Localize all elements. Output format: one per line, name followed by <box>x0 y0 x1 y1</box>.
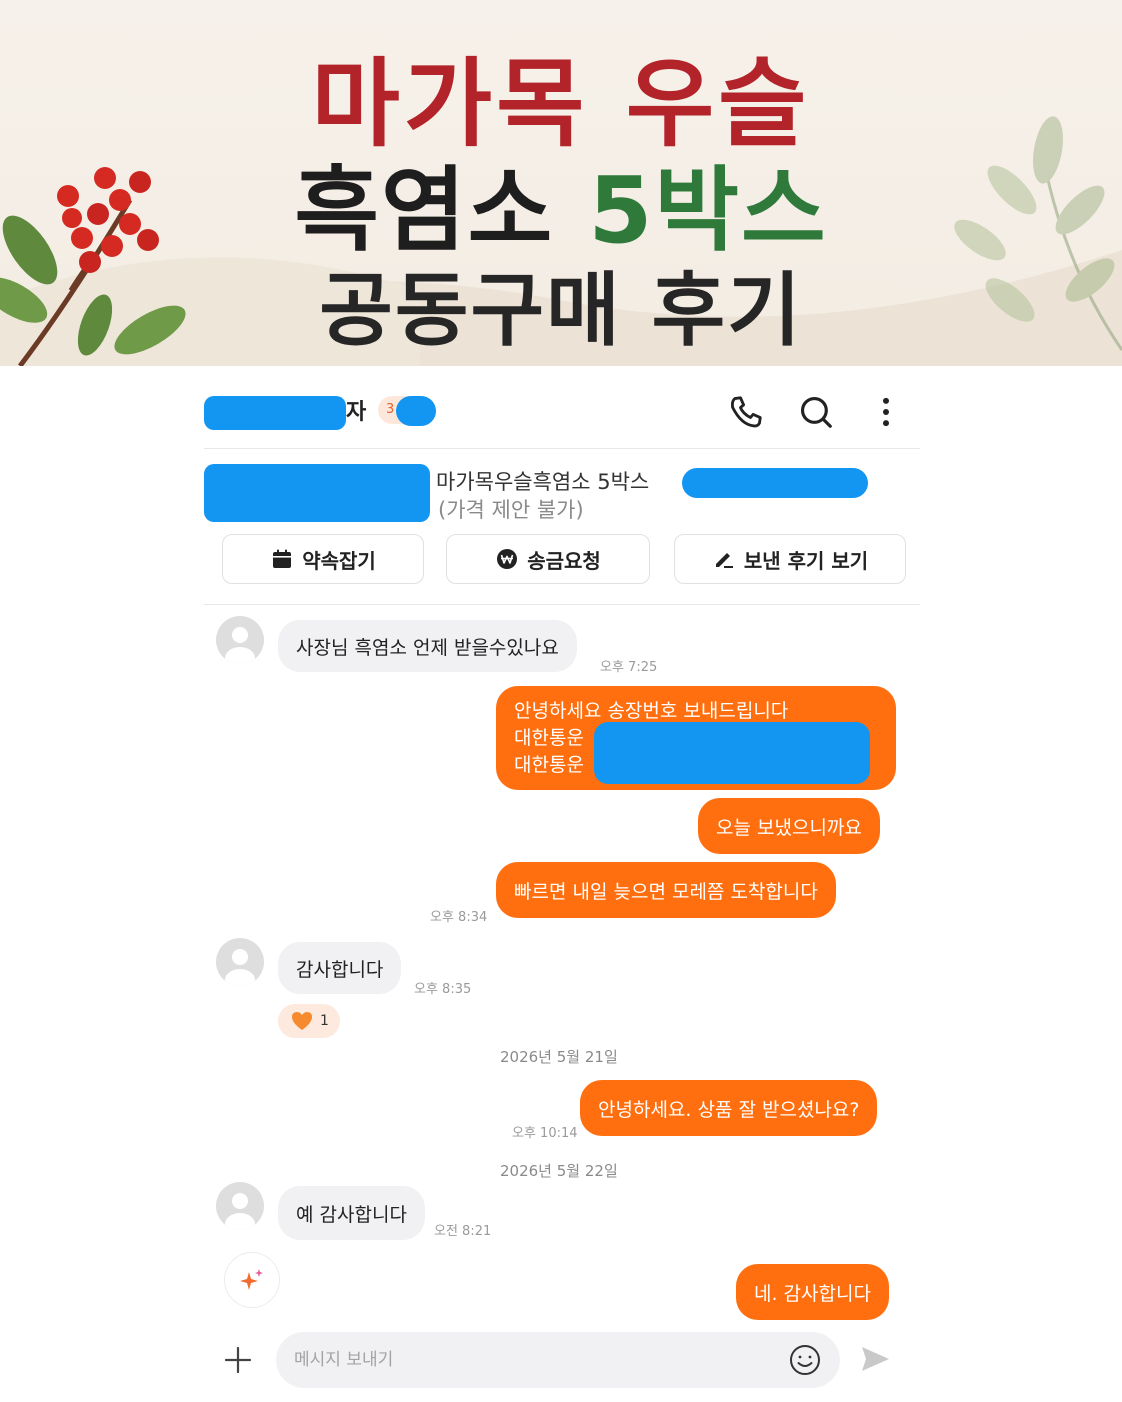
incoming-message: 사장님 흑염소 언제 받을수있나요 <box>278 620 577 672</box>
outgoing-message: 안녕하세요. 상품 잘 받으셨나요? <box>580 1080 878 1136</box>
make-appointment-label: 약속잡기 <box>302 548 376 573</box>
emoji-icon[interactable] <box>788 1343 822 1381</box>
request-payment-button[interactable]: 송금요청 <box>446 534 650 584</box>
calendar-icon <box>273 549 292 568</box>
redacted-tracking-number <box>594 722 870 784</box>
avatar[interactable] <box>216 938 264 986</box>
message-line: 안녕하세요 송장번호 보내드립니다 <box>514 699 789 722</box>
product-title-text: 마가목우슬흑염소 5박스 <box>436 470 650 494</box>
make-appointment-button[interactable]: 약속잡기 <box>222 534 424 584</box>
outgoing-message: 빠르면 내일 늦으면 모레쯤 도착합니다 <box>496 862 836 918</box>
actions-divider <box>204 604 920 605</box>
incoming-message: 감사합니다 <box>278 942 402 994</box>
message-time: 오후 8:34 <box>430 910 488 925</box>
banner-title-line-3: 공동구매 후기 <box>319 264 803 357</box>
date-separator: 2026년 5월 21일 <box>500 1048 618 1066</box>
view-sent-review-button[interactable]: 보낸 후기 보기 <box>674 534 906 584</box>
message-input-bar <box>276 1332 840 1388</box>
search-icon[interactable] <box>796 392 836 432</box>
chat-screen: 자 3 마가목우슬흑염소 5박스 (가격 제안 불가) 약속잡기 송금요청 보낸… <box>0 366 1122 1402</box>
message-time: 오후 8:35 <box>414 982 472 997</box>
product-price-note: (가격 제안 불가) <box>438 498 584 522</box>
avatar[interactable] <box>216 616 264 664</box>
message-time: 오후 7:25 <box>600 660 658 675</box>
redacted-product-image <box>204 464 430 522</box>
reaction-badge[interactable]: 1 <box>278 1004 340 1038</box>
message-input[interactable] <box>294 1346 774 1374</box>
date-separator: 2026년 5월 22일 <box>500 1162 618 1180</box>
phone-icon[interactable] <box>726 392 766 432</box>
reaction-count: 1 <box>320 1013 329 1029</box>
promo-banner: 마가목 우슬 흑염소 5박스 공동구매 후기 <box>0 0 1122 366</box>
incoming-message: 예 감사합니다 <box>278 1186 425 1240</box>
won-icon <box>497 549 518 569</box>
message-line: 대한통운 <box>514 753 584 776</box>
redacted-name <box>204 396 346 430</box>
header-divider <box>204 448 920 449</box>
redacted-price <box>682 468 868 498</box>
redacted-badge <box>396 396 436 426</box>
add-attachment-icon[interactable] <box>222 1344 254 1380</box>
message-time: 오후 10:14 <box>512 1126 578 1141</box>
message-time: 오전 8:21 <box>434 1224 492 1239</box>
chat-partner-name: 자 <box>346 400 367 425</box>
send-icon[interactable] <box>858 1342 892 1380</box>
outgoing-message: 오늘 보냈으니까요 <box>698 798 880 854</box>
outgoing-message: 네. 감사합니다 <box>736 1264 889 1320</box>
avatar[interactable] <box>216 1182 264 1230</box>
sparkle-icon <box>240 1269 263 1290</box>
product-title[interactable]: 마가목우슬흑염소 5박스 <box>436 466 649 496</box>
message-line: 대한통운 <box>514 726 584 749</box>
view-sent-review-label: 보낸 후기 보기 <box>743 548 869 573</box>
request-payment-label: 송금요청 <box>527 548 601 573</box>
more-icon[interactable] <box>866 392 906 432</box>
ai-suggest-button[interactable] <box>224 1252 280 1308</box>
pen-icon <box>715 553 733 568</box>
heart-icon <box>292 1012 312 1030</box>
